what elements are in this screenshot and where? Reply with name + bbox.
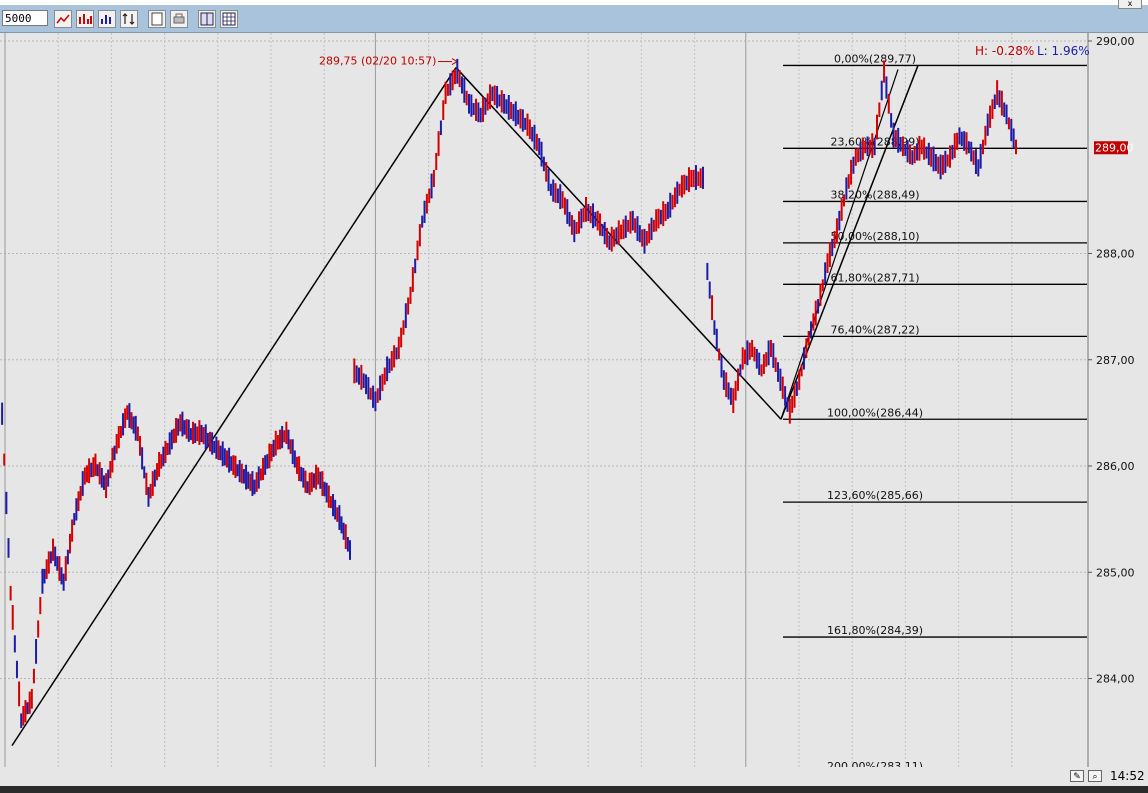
fib-level-label: 76,40%(287,22) <box>830 323 919 336</box>
line-chart-icon[interactable] <box>54 10 72 28</box>
print-icon[interactable] <box>170 10 188 28</box>
fib-level-label: 100,00%(286,44) <box>827 406 923 419</box>
close-button[interactable]: x <box>1118 0 1142 9</box>
price-tick-label: 285,00 <box>1096 566 1135 579</box>
fib-level-label: 0,00%(289,77) <box>834 52 916 65</box>
scroll-strip[interactable] <box>0 786 1148 793</box>
price-chart[interactable]: 0,00%(289,77)23,60%(288,99)38,20%(288,49… <box>0 33 1148 767</box>
page-icon[interactable] <box>148 10 166 28</box>
edit-icon[interactable]: ✎ <box>1070 770 1084 782</box>
price-tick-label: 290,00 <box>1096 35 1135 48</box>
bar-chart-icon[interactable] <box>76 10 94 28</box>
low-change-label: L: 1.96% <box>1037 44 1090 58</box>
split-icon[interactable] <box>198 10 216 28</box>
bar-chart-alt-icon[interactable] <box>98 10 116 28</box>
data-count-input[interactable]: 5000 <box>2 10 48 26</box>
zoom-icon[interactable]: ⌕ <box>1088 770 1102 782</box>
fib-level-label: 161,80%(284,39) <box>827 624 923 637</box>
price-tick-label: 286,00 <box>1096 460 1135 473</box>
price-tick-label: 288,00 <box>1096 248 1135 261</box>
swing-high-annotation: 289,75 (02/20 10:57) <box>319 55 436 68</box>
high-change-label: H: -0.28% <box>975 44 1034 58</box>
grid-icon[interactable] <box>220 10 238 28</box>
current-price-label: 289,00 <box>1095 141 1134 154</box>
title-strip <box>0 0 1148 5</box>
updown-icon[interactable] <box>120 10 138 28</box>
clock: 14:52 <box>1110 769 1145 783</box>
price-tick-label: 284,00 <box>1096 673 1135 686</box>
chart-toolbar: x 5000 <box>0 0 1148 33</box>
fib-level-label: 200,00%(283,11) <box>827 760 923 767</box>
fib-level-label: 123,60%(285,66) <box>827 489 923 502</box>
fib-level-label: 61,80%(287,71) <box>830 271 919 284</box>
price-tick-label: 287,00 <box>1096 354 1135 367</box>
